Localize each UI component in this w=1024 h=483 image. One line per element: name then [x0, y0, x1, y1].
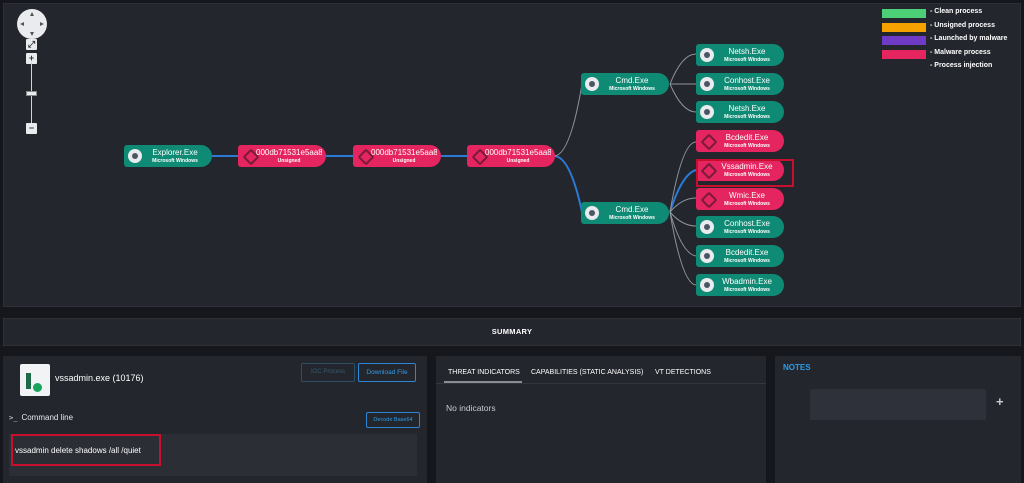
legend-item-launched: - Launched by malware: [882, 35, 1012, 49]
tab-vt-detections[interactable]: VT DETECTIONS: [655, 369, 711, 376]
process-icon: [585, 206, 599, 220]
node-cmd-2[interactable]: Cmd.Exe Microsoft Windows: [581, 202, 669, 224]
command-line-label: >_ Command line: [9, 413, 73, 422]
terminal-prompt-icon: >_: [9, 414, 18, 422]
analysis-tabs-panel: THREAT INDICATORS CAPABILITIES (STATIC A…: [436, 356, 766, 483]
node-name: Bcdedit.Exe: [725, 133, 769, 142]
node-signer: Microsoft Windows: [724, 86, 770, 92]
node-signer: Microsoft Windows: [724, 143, 770, 149]
edge-cmd1-netsh1: [669, 53, 697, 85]
process-icon: [700, 77, 714, 91]
legend-label: - Unsigned process: [930, 21, 995, 29]
node-name: Wmic.Exe: [729, 191, 765, 200]
legend-swatch: [882, 22, 926, 32]
node-name: Bcdedit.Exe: [725, 248, 769, 257]
node-signer: Microsoft Windows: [609, 215, 655, 221]
ioc-process-button[interactable]: IOC Process: [301, 363, 355, 382]
node-name: Conhost.Exe: [724, 219, 770, 228]
node-malware-2[interactable]: 000db71531e5aa8...Unsigned: [353, 145, 441, 167]
node-name: Cmd.Exe: [615, 205, 649, 214]
tab-capabilities[interactable]: CAPABILITIES (STATIC ANALYSIS): [531, 369, 643, 376]
legend-label: - Process injection: [930, 62, 993, 69]
tab-threat-indicators[interactable]: THREAT INDICATORS: [448, 369, 520, 381]
no-indicators-text: No indicators: [446, 403, 496, 413]
node-signer: Microsoft Windows: [724, 57, 770, 63]
edge-cmd1-netsh2: [669, 83, 697, 113]
malware-icon: [471, 149, 485, 163]
node-signer: Unsigned: [277, 158, 301, 164]
node-wmic[interactable]: Wmic.Exe Microsoft Windows: [696, 188, 784, 210]
node-signer: Microsoft Windows: [724, 258, 770, 264]
node-malware-3[interactable]: 000db71531e5aa8...Unsigned: [467, 145, 555, 167]
process-icon: [700, 105, 714, 119]
node-signer: Unsigned: [392, 158, 416, 164]
tab-divider: [436, 383, 766, 384]
node-conhost-1[interactable]: Conhost.Exe Microsoft Windows: [696, 73, 784, 95]
process-icon: [128, 149, 142, 163]
node-signer: Unsigned: [506, 158, 530, 164]
summary-header: SUMMARY: [3, 318, 1021, 346]
process-icon: [585, 77, 599, 91]
node-signer: Microsoft Windows: [609, 86, 655, 92]
node-signer: Microsoft Windows: [152, 158, 198, 164]
legend-label: - Clean process: [930, 8, 983, 15]
add-note-icon[interactable]: +: [996, 394, 1004, 409]
notes-input[interactable]: [810, 389, 986, 420]
malware-icon: [700, 192, 714, 206]
edge-mal3-cmd1: [553, 83, 583, 157]
node-name: Explorer.Exe: [152, 148, 198, 157]
node-bcdedit-2[interactable]: Bcdedit.Exe Microsoft Windows: [696, 245, 784, 267]
node-name: 000db71531e5aa8...: [485, 148, 551, 157]
command-line-text-label: Command line: [21, 413, 74, 422]
command-highlight: [11, 434, 161, 466]
legend-item-unsigned: - Unsigned process: [882, 22, 1012, 36]
legend-swatch: [882, 9, 926, 18]
notes-title: NOTES: [783, 363, 811, 372]
process-icon: [700, 48, 714, 62]
executable-file-icon: [20, 364, 50, 396]
node-netsh-2[interactable]: Netsh.Exe Microsoft Windows: [696, 101, 784, 123]
node-bcdedit-1[interactable]: Bcdedit.Exe Microsoft Windows: [696, 130, 784, 152]
notes-panel: NOTES +: [775, 356, 1021, 483]
node-signer: Microsoft Windows: [724, 114, 770, 120]
decode-base64-button[interactable]: Decode Base64: [366, 412, 420, 428]
node-netsh-1[interactable]: Netsh.Exe Microsoft Windows: [696, 44, 784, 66]
node-name: Netsh.Exe: [728, 47, 766, 56]
node-conhost-2[interactable]: Conhost.Exe Microsoft Windows: [696, 216, 784, 238]
node-signer: Microsoft Windows: [724, 229, 770, 235]
legend-swatch: [882, 49, 926, 59]
node-cmd-1[interactable]: Cmd.Exe Microsoft Windows: [581, 73, 669, 95]
vssadmin-highlight: [696, 159, 794, 187]
legend: - Clean process - Unsigned process - Lau…: [882, 8, 1012, 76]
node-explorer[interactable]: Explorer.Exe Microsoft Windows: [124, 145, 212, 167]
node-signer: Microsoft Windows: [724, 201, 770, 207]
node-name: Conhost.Exe: [724, 76, 770, 85]
process-graph-panel[interactable]: ⤢ + − Explorer.Exe Microsoft Windows 000d…: [3, 3, 1021, 307]
node-name: 000db71531e5aa8...: [371, 148, 437, 157]
legend-label: - Launched by malware: [930, 35, 1008, 42]
legend-swatch: [882, 63, 926, 72]
node-signer: Microsoft Windows: [724, 287, 770, 293]
node-name: Wbadmin.Exe: [722, 277, 772, 286]
edge-mal3-cmd2: [553, 155, 583, 213]
download-file-button[interactable]: Download File: [358, 363, 416, 382]
legend-item-injection: - Process injection: [882, 62, 1012, 76]
process-title: vssadmin.exe (10176): [55, 373, 144, 383]
malware-icon: [700, 134, 714, 148]
legend-item-clean: - Clean process: [882, 8, 1012, 22]
process-icon: [700, 278, 714, 292]
malware-icon: [357, 149, 371, 163]
node-name: 000db71531e5aa8...: [256, 148, 322, 157]
process-icon: [700, 220, 714, 234]
node-name: Cmd.Exe: [615, 76, 649, 85]
legend-swatch: [882, 36, 926, 45]
node-malware-1[interactable]: 000db71531e5aa8...Unsigned: [238, 145, 326, 167]
legend-label: - Malware process: [930, 48, 991, 56]
legend-item-malware: - Malware process: [882, 49, 1012, 63]
node-wbadmin[interactable]: Wbadmin.Exe Microsoft Windows: [696, 274, 784, 296]
process-icon: [700, 249, 714, 263]
node-name: Netsh.Exe: [728, 104, 766, 113]
malware-icon: [242, 149, 256, 163]
